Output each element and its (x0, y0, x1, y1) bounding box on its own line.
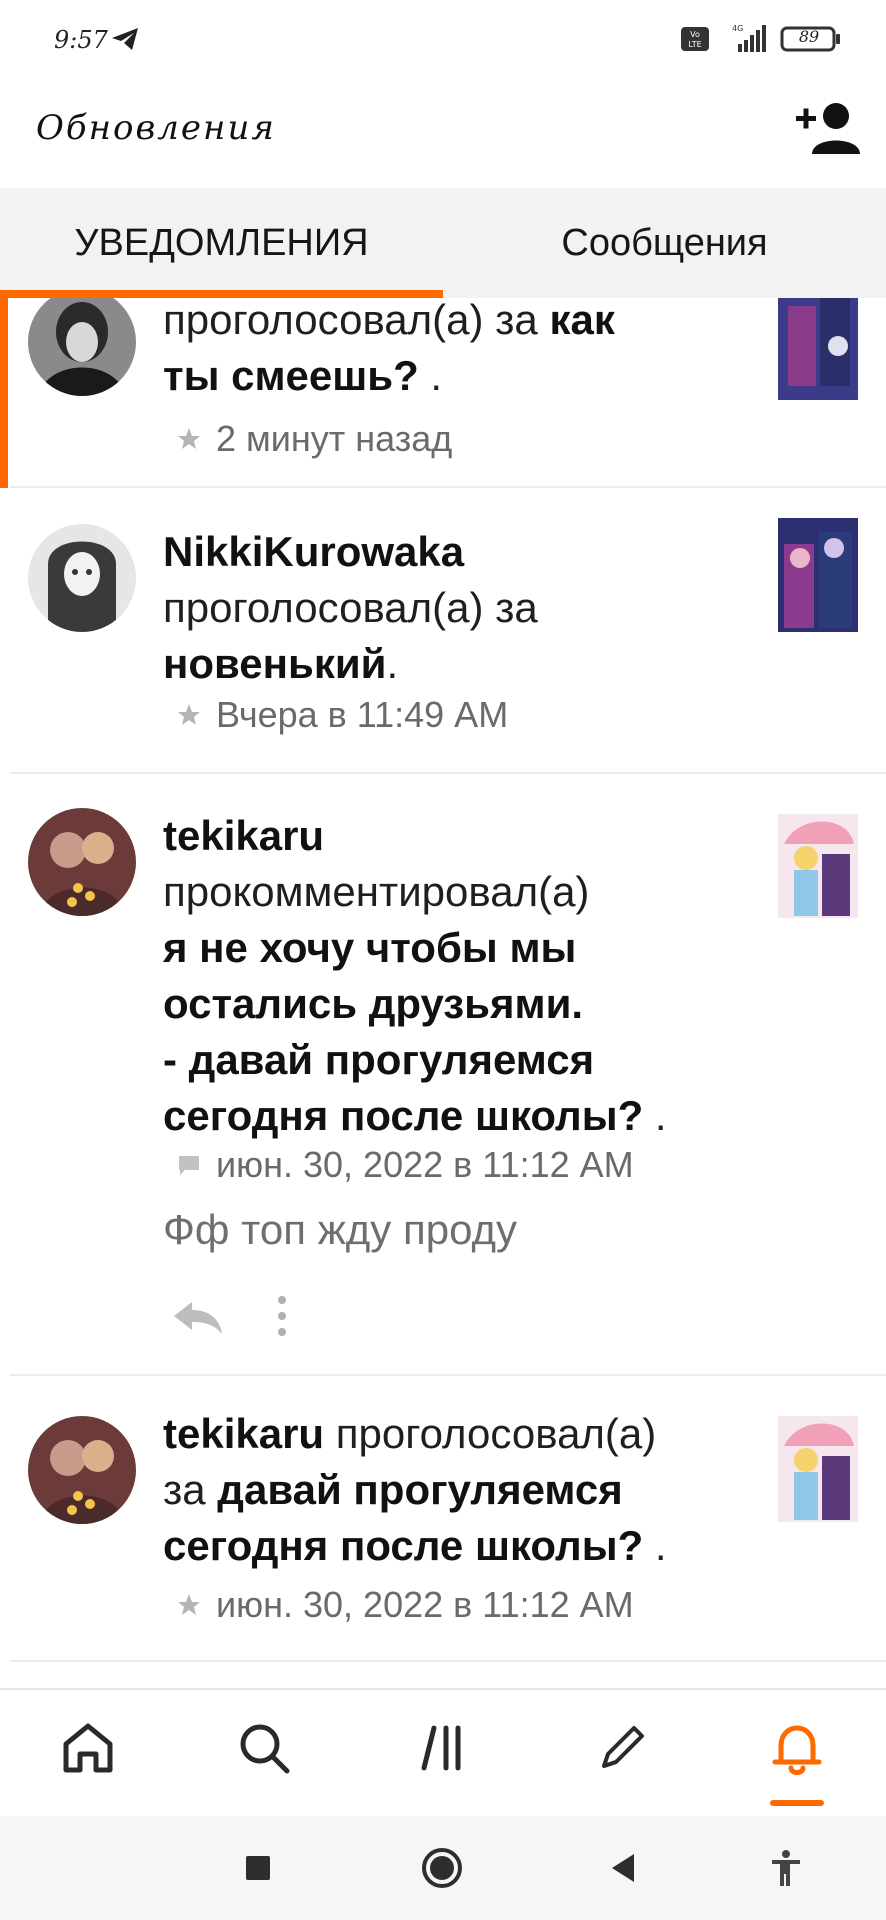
avatar[interactable] (28, 524, 136, 632)
notification-text: tekikaru прокомментировал(а) я не хочу ч… (163, 812, 667, 1139)
story-cover-thumbnail[interactable] (778, 1416, 858, 1522)
story-title-line[interactable]: - давай прогуляемся (163, 1036, 594, 1083)
notification-text: NikkiKurowaka проголосовал(а) за новеньк… (163, 528, 538, 687)
star-icon (178, 1594, 200, 1615)
active-tab-indicator (0, 290, 443, 298)
story-cover-thumbnail[interactable] (778, 814, 858, 918)
battery-level: 89 (798, 27, 820, 46)
star-icon (178, 704, 200, 725)
svg-text:Vo: Vo (690, 30, 700, 39)
system-navigation-bar (0, 1816, 886, 1920)
avatar[interactable] (28, 298, 136, 396)
home-icon[interactable] (56, 1716, 120, 1780)
story-cover-thumbnail[interactable] (778, 298, 858, 400)
username[interactable]: tekikaru (163, 1410, 324, 1457)
accessibility-icon[interactable] (764, 1846, 808, 1890)
story-title-line[interactable]: сегодня после школы? (163, 1092, 643, 1139)
list-item[interactable]: tekikaru прокомментировал(а) я не хочу ч… (0, 774, 886, 1376)
timestamp: июн. 30, 2022 в 11:12 AM (216, 1584, 634, 1625)
notification-list[interactable]: проголосовал(а) за как ты смеешь? . 2 ми… (0, 298, 886, 1688)
notification-text: tekikaru проголосовал(а) за давай прогул… (163, 1410, 667, 1569)
avatar[interactable] (28, 1416, 136, 1524)
avatar[interactable] (28, 808, 136, 916)
story-cover-thumbnail[interactable] (778, 518, 858, 632)
page-title: Обновления (36, 108, 276, 148)
status-time: 9:57 (54, 26, 108, 54)
search-icon[interactable] (232, 1716, 296, 1780)
back-triangle-icon[interactable] (602, 1846, 646, 1890)
unread-indicator (0, 298, 8, 488)
home-circle-icon[interactable] (420, 1846, 464, 1890)
username[interactable]: NikkiKurowaka (163, 528, 464, 575)
list-item[interactable]: tekikaru проголосовал(а) за давай прогул… (0, 1376, 886, 1662)
list-item[interactable]: NikkiKurowaka проголосовал(а) за новеньк… (0, 488, 886, 774)
active-nav-indicator (770, 1800, 824, 1806)
bottom-navigation (0, 1688, 886, 1816)
more-vertical-icon[interactable] (274, 1294, 290, 1338)
timestamp: 2 минут назад (216, 418, 453, 459)
notification-meta: июн. 30, 2022 в 11:12 AM (176, 1144, 634, 1186)
status-bar: 9:57 Vo LTE 4G 89 (0, 0, 886, 80)
svg-text:LTE: LTE (688, 40, 701, 49)
timestamp: июн. 30, 2022 в 11:12 AM (216, 1144, 634, 1185)
story-title-line[interactable]: я не хочу чтобы мы (163, 924, 576, 971)
telegram-icon (112, 28, 138, 50)
pencil-icon[interactable] (590, 1716, 654, 1780)
notification-meta: Вчера в 11:49 AM (176, 694, 508, 736)
bell-icon[interactable] (765, 1716, 829, 1780)
story-title[interactable]: новенький (163, 640, 387, 687)
notification-meta: 2 минут назад (176, 418, 452, 460)
star-icon (178, 428, 200, 449)
svg-text:4G: 4G (732, 24, 743, 33)
tab-bar: УВЕДОМЛЕНИЯ Сообщения (0, 188, 886, 298)
timestamp: Вчера в 11:49 AM (216, 694, 509, 735)
app-header: Обновления (0, 80, 886, 188)
story-title-line[interactable]: давай прогуляемся (217, 1466, 622, 1513)
library-icon[interactable] (412, 1716, 476, 1780)
list-item[interactable]: проголосовал(а) за как ты смеешь? . 2 ми… (0, 298, 886, 488)
divider (10, 1660, 886, 1662)
reply-icon[interactable] (172, 1298, 224, 1336)
story-title-line[interactable]: сегодня после школы? (163, 1522, 643, 1569)
notification-text: проголосовал(а) за как ты смеешь? . (163, 298, 615, 399)
tab-messages[interactable]: Сообщения (443, 188, 886, 298)
story-title-line[interactable]: остались друзьями. (163, 980, 583, 1027)
volte-icon: Vo LTE (681, 27, 709, 51)
tab-notifications[interactable]: УВЕДОМЛЕНИЯ (0, 188, 443, 298)
comment-text: Фф топ жду проду (163, 1206, 518, 1253)
comment-icon (179, 1156, 199, 1175)
signal-4g-icon: 4G (732, 24, 766, 52)
username[interactable]: tekikaru (163, 812, 324, 859)
recents-square-icon[interactable] (236, 1846, 280, 1890)
add-user-icon[interactable] (794, 98, 860, 158)
notification-meta: июн. 30, 2022 в 11:12 AM (176, 1584, 634, 1626)
